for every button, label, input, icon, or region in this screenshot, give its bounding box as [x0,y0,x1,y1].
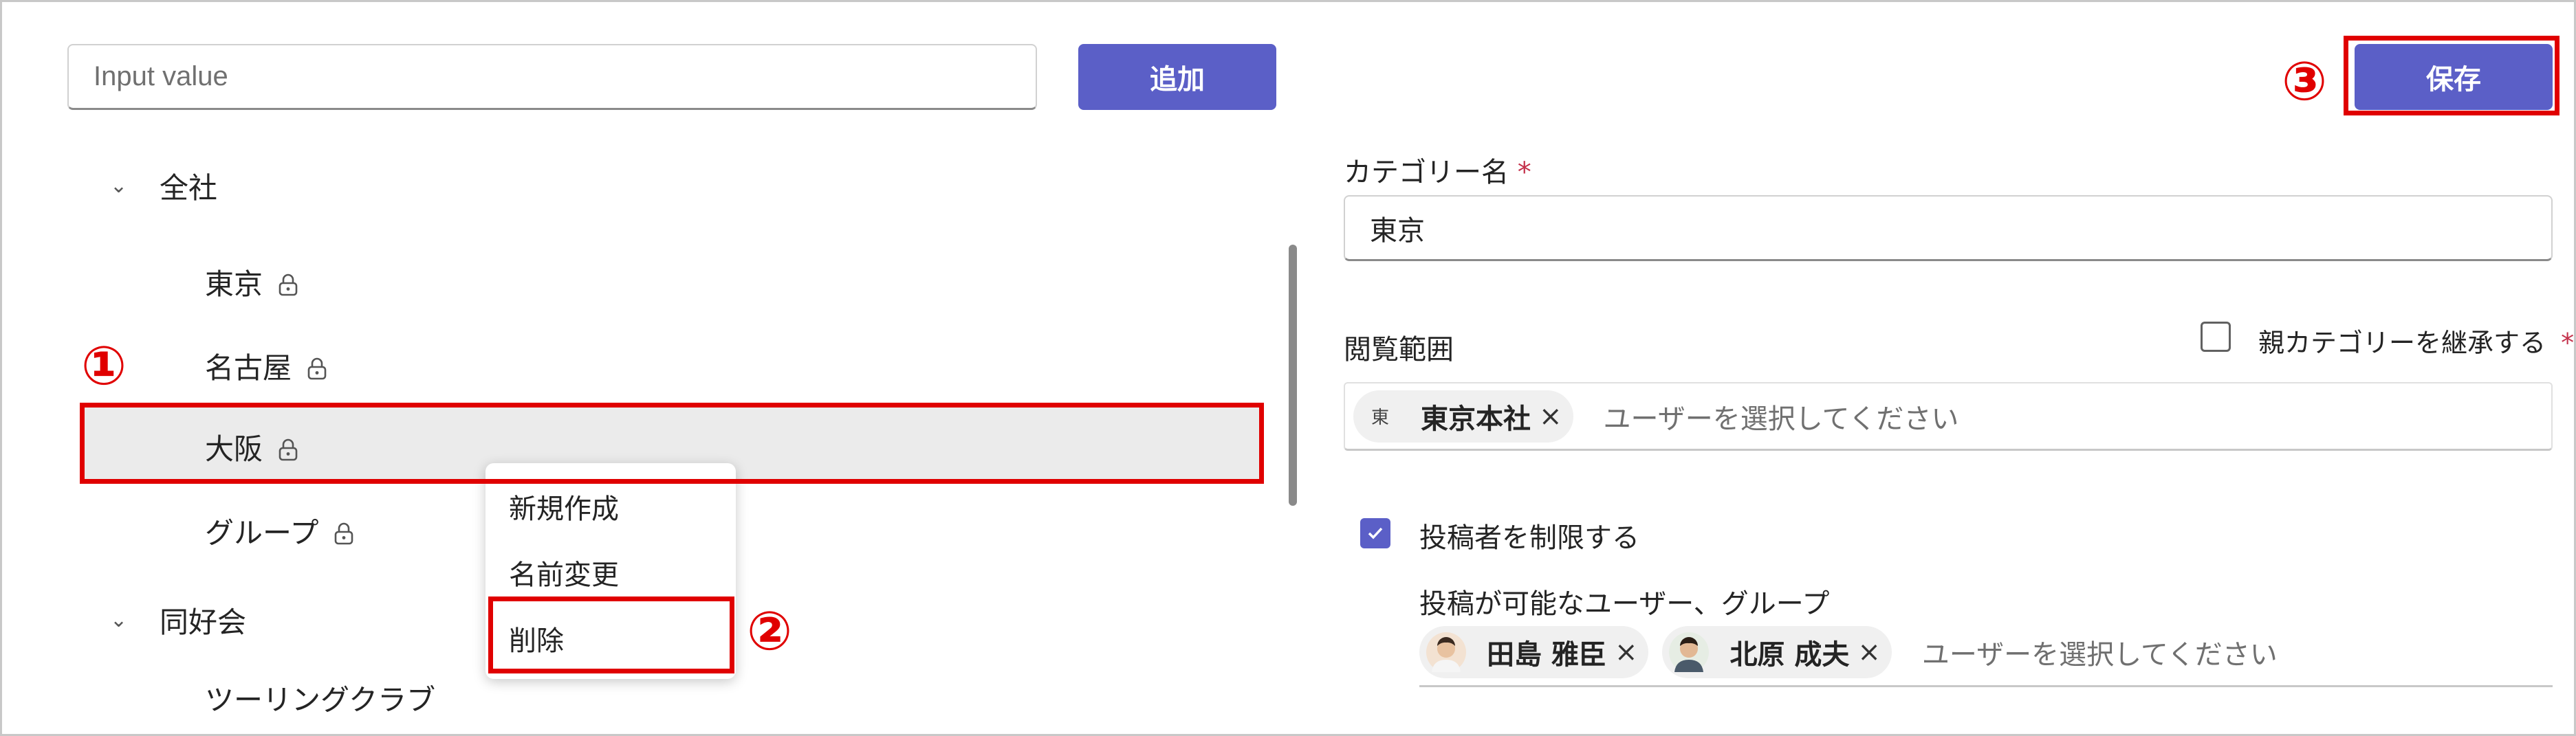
posters-label: 投稿が可能なユーザー、グループ [1419,588,1830,620]
chevron-down-icon[interactable]: ⌄ [110,174,144,198]
add-button[interactable]: 追加 [1078,44,1276,110]
tree-item-nagoya[interactable]: 名古屋 [205,345,327,386]
view-scope-label: 閲覧範囲 [1344,334,1454,366]
menu-item-new[interactable]: 新規作成 [509,487,619,526]
step-number-2: ② [747,601,793,662]
avatar [1669,632,1710,672]
menu-item-rename[interactable]: 名前変更 [509,553,619,592]
highlight-box-selected-item [80,403,1264,484]
required-mark: * [1517,157,1531,188]
restrict-posters-label: 投稿者を制限する [1419,522,1639,554]
check-icon [1368,527,1383,539]
tree-item-label: ツーリングクラブ [205,682,436,717]
inherit-parent-checkbox[interactable] [2201,322,2231,352]
search-input[interactable] [67,44,1037,110]
close-icon[interactable]: × [1615,636,1638,668]
tree-scrollbar[interactable] [1289,245,1297,506]
posters-picker[interactable]: 田島 雅臣 × 北原 成夫 × ユーザーを選択してください [1419,618,2553,687]
close-icon[interactable]: × [1857,636,1881,668]
chip-name: 北原 成夫 [1729,638,1850,671]
view-scope-picker[interactable]: 東 東京本社 × ユーザーを選択してください [1344,382,2553,451]
avatar [1426,632,1466,672]
chip-name: 東京本社 [1421,403,1531,435]
tree-item-tokyo[interactable]: 東京 [205,261,298,302]
lock-icon [334,519,354,545]
category-name-label: カテゴリー名 * [1344,150,1531,190]
lock-icon [278,270,298,296]
highlight-box-delete [488,596,734,673]
poster-chip: 北原 成夫 × [1662,625,1892,678]
tree-item-label: グループ [205,515,319,550]
tree-group-label: 同好会 [160,605,247,639]
chevron-down-icon[interactable]: ⌄ [110,608,144,632]
tree-group-zensha[interactable]: ⌄ 全社 [110,165,217,206]
category-name-text: カテゴリー名 [1344,157,1509,188]
chip-name: 田島 雅臣 [1487,638,1606,671]
picker-placeholder: ユーザーを選択してください [1603,403,1959,435]
view-scope-chip: 東 東京本社 × [1353,390,1573,443]
step-number-3: ③ [2282,51,2328,113]
picker-placeholder: ユーザーを選択してください [1921,638,2278,671]
required-mark: * [2561,328,2575,358]
save-button[interactable]: 保存 [2355,44,2553,110]
inherit-parent-label: 親カテゴリーを継承する * [2258,322,2574,359]
close-icon[interactable]: × [1539,401,1562,432]
tree-item-touring-club[interactable]: ツーリングクラブ [205,677,435,718]
restrict-posters-checkbox[interactable] [1360,518,1390,548]
tree-item-group[interactable]: グループ [205,510,354,551]
tree-group-label: 全社 [160,170,218,205]
category-name-value: 東京 [1370,214,1425,247]
inherit-parent-text: 親カテゴリーを継承する [2258,328,2546,358]
category-name-field[interactable]: 東京 [1344,195,2553,261]
lock-icon [307,354,327,380]
tree-item-label: 東京 [205,267,263,301]
step-number-1: ① [81,335,127,397]
chip-avatar: 東 [1371,408,1389,428]
tree-item-label: 名古屋 [205,350,292,385]
tree-group-doukoukai[interactable]: ⌄ 同好会 [110,599,246,640]
poster-chip: 田島 雅臣 × [1419,625,1649,678]
